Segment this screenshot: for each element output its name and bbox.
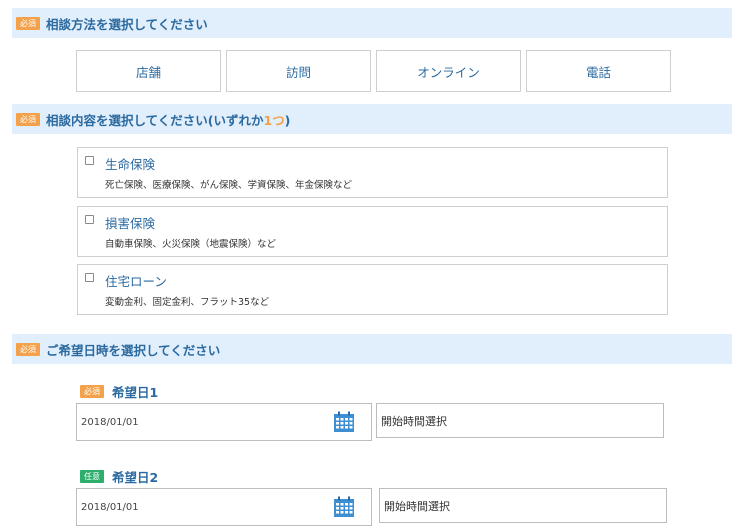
method-options: 店舗 訪問 オンライン 電話 — [76, 50, 671, 92]
date-label-2: 任意 希望日2 — [80, 467, 158, 486]
section-title: ご希望日時を選択してください — [46, 342, 221, 358]
time-select-value: 開始時間選択 — [381, 415, 447, 428]
date-input-1[interactable]: 2018/01/01 — [76, 403, 372, 441]
method-button-phone[interactable]: 電話 — [526, 50, 671, 92]
required-badge: 必須 — [16, 16, 40, 30]
method-button-store[interactable]: 店舗 — [76, 50, 221, 92]
checkbox[interactable] — [85, 273, 94, 282]
section-header-datetime: 必須 ご希望日時を選択してください — [12, 334, 732, 364]
date-value: 2018/01/01 — [81, 502, 139, 513]
calendar-icon[interactable] — [333, 411, 355, 433]
method-button-visit[interactable]: 訪問 — [226, 50, 371, 92]
consult-option-life-insurance[interactable]: 生命保険 死亡保険、医療保険、がん保険、学資保険、年金保険など — [77, 147, 668, 198]
option-title: 住宅ローン — [105, 274, 167, 289]
date-label-text: 希望日2 — [112, 470, 159, 485]
option-description: 自動車保険、火災保険（地震保険）など — [105, 239, 277, 250]
consult-option-housing-loan[interactable]: 住宅ローン 変動金利、固定金利、フラット35など — [77, 264, 668, 315]
optional-badge: 任意 — [80, 470, 104, 483]
checkbox[interactable] — [85, 215, 94, 224]
required-badge: 必須 — [80, 385, 104, 398]
section-title: 相談方法を選択してください — [46, 16, 208, 32]
checkbox[interactable] — [85, 156, 94, 165]
section-header-content: 必須 相談内容を選択してください(いずれか1つ) — [12, 104, 732, 134]
date-label-text: 希望日1 — [112, 385, 159, 400]
section-header-method: 必須 相談方法を選択してください — [12, 8, 732, 38]
time-select-1[interactable]: 開始時間選択 — [376, 403, 664, 438]
consult-option-non-life-insurance[interactable]: 損害保険 自動車保険、火災保険（地震保険）など — [77, 206, 668, 257]
date-label-1: 必須 希望日1 — [80, 382, 158, 401]
section-title: 相談内容を選択してください(いずれか1つ) — [46, 112, 291, 128]
time-select-2[interactable]: 開始時間選択 — [379, 488, 667, 523]
date-value: 2018/01/01 — [81, 417, 139, 428]
option-title: 損害保険 — [105, 216, 156, 231]
calendar-icon[interactable] — [333, 496, 355, 518]
method-button-online[interactable]: オンライン — [376, 50, 521, 92]
option-description: 死亡保険、医療保険、がん保険、学資保険、年金保険など — [105, 180, 353, 191]
required-badge: 必須 — [16, 342, 40, 356]
option-description: 変動金利、固定金利、フラット35など — [105, 297, 270, 308]
required-badge: 必須 — [16, 112, 40, 126]
option-title: 生命保険 — [105, 157, 156, 172]
time-select-value: 開始時間選択 — [384, 500, 450, 513]
date-input-2[interactable]: 2018/01/01 — [76, 488, 372, 526]
